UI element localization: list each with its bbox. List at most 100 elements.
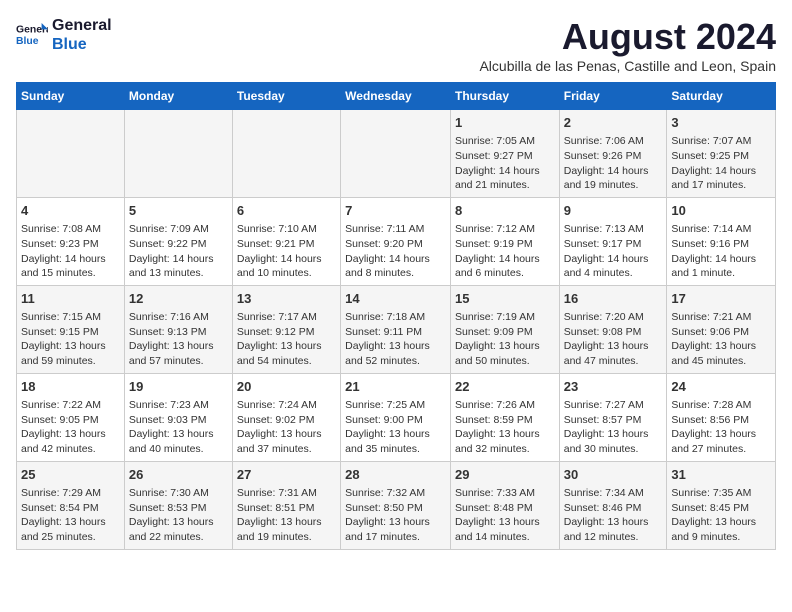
day-number: 6 — [237, 202, 336, 220]
day-number: 18 — [21, 378, 120, 396]
cell-content: Sunrise: 7:30 AM Sunset: 8:53 PM Dayligh… — [129, 486, 228, 545]
cell-content: Sunrise: 7:07 AM Sunset: 9:25 PM Dayligh… — [671, 134, 771, 193]
calendar-cell: 17 Sunrise: 7:21 AM Sunset: 9:06 PM Dayli… — [667, 285, 776, 373]
cell-content: Sunrise: 7:08 AM Sunset: 9:23 PM Dayligh… — [21, 222, 120, 281]
day-number: 14 — [345, 290, 446, 308]
calendar-cell: 26 Sunrise: 7:30 AM Sunset: 8:53 PM Dayli… — [124, 461, 232, 549]
logo-text-general: General — [52, 16, 112, 35]
calendar-cell: 6 Sunrise: 7:10 AM Sunset: 9:21 PM Daylig… — [232, 197, 340, 285]
week-row-3: 11 Sunrise: 7:15 AM Sunset: 9:15 PM Dayli… — [17, 285, 776, 373]
header-cell-monday: Monday — [124, 83, 232, 110]
calendar-cell: 22 Sunrise: 7:26 AM Sunset: 8:59 PM Dayli… — [450, 373, 559, 461]
cell-content: Sunrise: 7:35 AM Sunset: 8:45 PM Dayligh… — [671, 486, 771, 545]
day-number: 26 — [129, 466, 228, 484]
cell-content: Sunrise: 7:16 AM Sunset: 9:13 PM Dayligh… — [129, 310, 228, 369]
cell-content: Sunrise: 7:17 AM Sunset: 9:12 PM Dayligh… — [237, 310, 336, 369]
day-number: 31 — [671, 466, 771, 484]
calendar-cell — [17, 110, 125, 198]
calendar-cell: 20Sunrise: 7:24 AM Sunset: 9:02 PM Dayli… — [232, 373, 340, 461]
day-number: 20 — [237, 378, 336, 396]
cell-content: Sunrise: 7:09 AM Sunset: 9:22 PM Dayligh… — [129, 222, 228, 281]
logo: General Blue General Blue — [16, 16, 112, 54]
day-number: 12 — [129, 290, 228, 308]
day-number: 8 — [455, 202, 555, 220]
calendar-cell: 10Sunrise: 7:14 AM Sunset: 9:16 PM Dayli… — [667, 197, 776, 285]
cell-content: Sunrise: 7:05 AM Sunset: 9:27 PM Dayligh… — [455, 134, 555, 193]
cell-content: Sunrise: 7:06 AM Sunset: 9:26 PM Dayligh… — [564, 134, 663, 193]
day-number: 25 — [21, 466, 120, 484]
subtitle: Alcubilla de las Penas, Castille and Leo… — [479, 58, 776, 74]
header-cell-thursday: Thursday — [450, 83, 559, 110]
day-number: 29 — [455, 466, 555, 484]
cell-content: Sunrise: 7:19 AM Sunset: 9:09 PM Dayligh… — [455, 310, 555, 369]
day-number: 17 — [671, 290, 771, 308]
title-section: August 2024 Alcubilla de las Penas, Cast… — [479, 16, 776, 74]
calendar-cell: 19 Sunrise: 7:23 AM Sunset: 9:03 PM Dayli… — [124, 373, 232, 461]
logo-icon: General Blue — [16, 21, 48, 49]
calendar-cell: 13Sunrise: 7:17 AM Sunset: 9:12 PM Dayli… — [232, 285, 340, 373]
day-number: 19 — [129, 378, 228, 396]
cell-content: Sunrise: 7:29 AM Sunset: 8:54 PM Dayligh… — [21, 486, 120, 545]
header-cell-saturday: Saturday — [667, 83, 776, 110]
cell-content: Sunrise: 7:32 AM Sunset: 8:50 PM Dayligh… — [345, 486, 446, 545]
svg-text:Blue: Blue — [16, 36, 39, 47]
calendar-cell: 31 Sunrise: 7:35 AM Sunset: 8:45 PM Dayli… — [667, 461, 776, 549]
day-number: 5 — [129, 202, 228, 220]
week-row-1: 1 Sunrise: 7:05 AM Sunset: 9:27 PM Daylig… — [17, 110, 776, 198]
day-number: 24 — [671, 378, 771, 396]
calendar-cell: 7 Sunrise: 7:11 AM Sunset: 9:20 PM Daylig… — [341, 197, 451, 285]
day-number: 23 — [564, 378, 663, 396]
header-cell-sunday: Sunday — [17, 83, 125, 110]
cell-content: Sunrise: 7:10 AM Sunset: 9:21 PM Dayligh… — [237, 222, 336, 281]
day-number: 21 — [345, 378, 446, 396]
calendar-cell: 1 Sunrise: 7:05 AM Sunset: 9:27 PM Daylig… — [450, 110, 559, 198]
cell-content: Sunrise: 7:14 AM Sunset: 9:16 PM Dayligh… — [671, 222, 771, 281]
calendar-cell: 4 Sunrise: 7:08 AM Sunset: 9:23 PM Daylig… — [17, 197, 125, 285]
cell-content: Sunrise: 7:22 AM Sunset: 9:05 PM Dayligh… — [21, 398, 120, 457]
day-number: 2 — [564, 114, 663, 132]
calendar-cell — [232, 110, 340, 198]
cell-content: Sunrise: 7:15 AM Sunset: 9:15 PM Dayligh… — [21, 310, 120, 369]
calendar-cell: 3Sunrise: 7:07 AM Sunset: 9:25 PM Daylig… — [667, 110, 776, 198]
day-number: 27 — [237, 466, 336, 484]
day-number: 11 — [21, 290, 120, 308]
cell-content: Sunrise: 7:23 AM Sunset: 9:03 PM Dayligh… — [129, 398, 228, 457]
cell-content: Sunrise: 7:20 AM Sunset: 9:08 PM Dayligh… — [564, 310, 663, 369]
cell-content: Sunrise: 7:28 AM Sunset: 8:56 PM Dayligh… — [671, 398, 771, 457]
calendar-cell: 29Sunrise: 7:33 AM Sunset: 8:48 PM Dayli… — [450, 461, 559, 549]
day-number: 15 — [455, 290, 555, 308]
cell-content: Sunrise: 7:18 AM Sunset: 9:11 PM Dayligh… — [345, 310, 446, 369]
day-number: 16 — [564, 290, 663, 308]
calendar-cell: 16 Sunrise: 7:20 AM Sunset: 9:08 PM Dayli… — [559, 285, 667, 373]
cell-content: Sunrise: 7:34 AM Sunset: 8:46 PM Dayligh… — [564, 486, 663, 545]
calendar-cell: 23Sunrise: 7:27 AM Sunset: 8:57 PM Dayli… — [559, 373, 667, 461]
day-number: 1 — [455, 114, 555, 132]
calendar-cell: 15 Sunrise: 7:19 AM Sunset: 9:09 PM Dayli… — [450, 285, 559, 373]
cell-content: Sunrise: 7:13 AM Sunset: 9:17 PM Dayligh… — [564, 222, 663, 281]
calendar-cell: 30 Sunrise: 7:34 AM Sunset: 8:46 PM Dayli… — [559, 461, 667, 549]
calendar-cell: 28Sunrise: 7:32 AM Sunset: 8:50 PM Dayli… — [341, 461, 451, 549]
calendar-cell — [341, 110, 451, 198]
cell-content: Sunrise: 7:26 AM Sunset: 8:59 PM Dayligh… — [455, 398, 555, 457]
calendar-cell: 25 Sunrise: 7:29 AM Sunset: 8:54 PM Dayli… — [17, 461, 125, 549]
calendar-cell: 2 Sunrise: 7:06 AM Sunset: 9:26 PM Daylig… — [559, 110, 667, 198]
day-number: 30 — [564, 466, 663, 484]
header-cell-wednesday: Wednesday — [341, 83, 451, 110]
day-number: 22 — [455, 378, 555, 396]
main-title: August 2024 — [479, 16, 776, 58]
day-number: 4 — [21, 202, 120, 220]
week-row-2: 4 Sunrise: 7:08 AM Sunset: 9:23 PM Daylig… — [17, 197, 776, 285]
calendar-cell: 9Sunrise: 7:13 AM Sunset: 9:17 PM Daylig… — [559, 197, 667, 285]
cell-content: Sunrise: 7:12 AM Sunset: 9:19 PM Dayligh… — [455, 222, 555, 281]
header-row: SundayMondayTuesdayWednesdayThursdayFrid… — [17, 83, 776, 110]
logo-text-blue: Blue — [52, 35, 112, 54]
cell-content: Sunrise: 7:11 AM Sunset: 9:20 PM Dayligh… — [345, 222, 446, 281]
calendar-cell: 14 Sunrise: 7:18 AM Sunset: 9:11 PM Dayli… — [341, 285, 451, 373]
header-cell-tuesday: Tuesday — [232, 83, 340, 110]
calendar-cell: 12 Sunrise: 7:16 AM Sunset: 9:13 PM Dayli… — [124, 285, 232, 373]
calendar-cell: 27Sunrise: 7:31 AM Sunset: 8:51 PM Dayli… — [232, 461, 340, 549]
cell-content: Sunrise: 7:21 AM Sunset: 9:06 PM Dayligh… — [671, 310, 771, 369]
header-cell-friday: Friday — [559, 83, 667, 110]
week-row-4: 18 Sunrise: 7:22 AM Sunset: 9:05 PM Dayli… — [17, 373, 776, 461]
day-number: 7 — [345, 202, 446, 220]
